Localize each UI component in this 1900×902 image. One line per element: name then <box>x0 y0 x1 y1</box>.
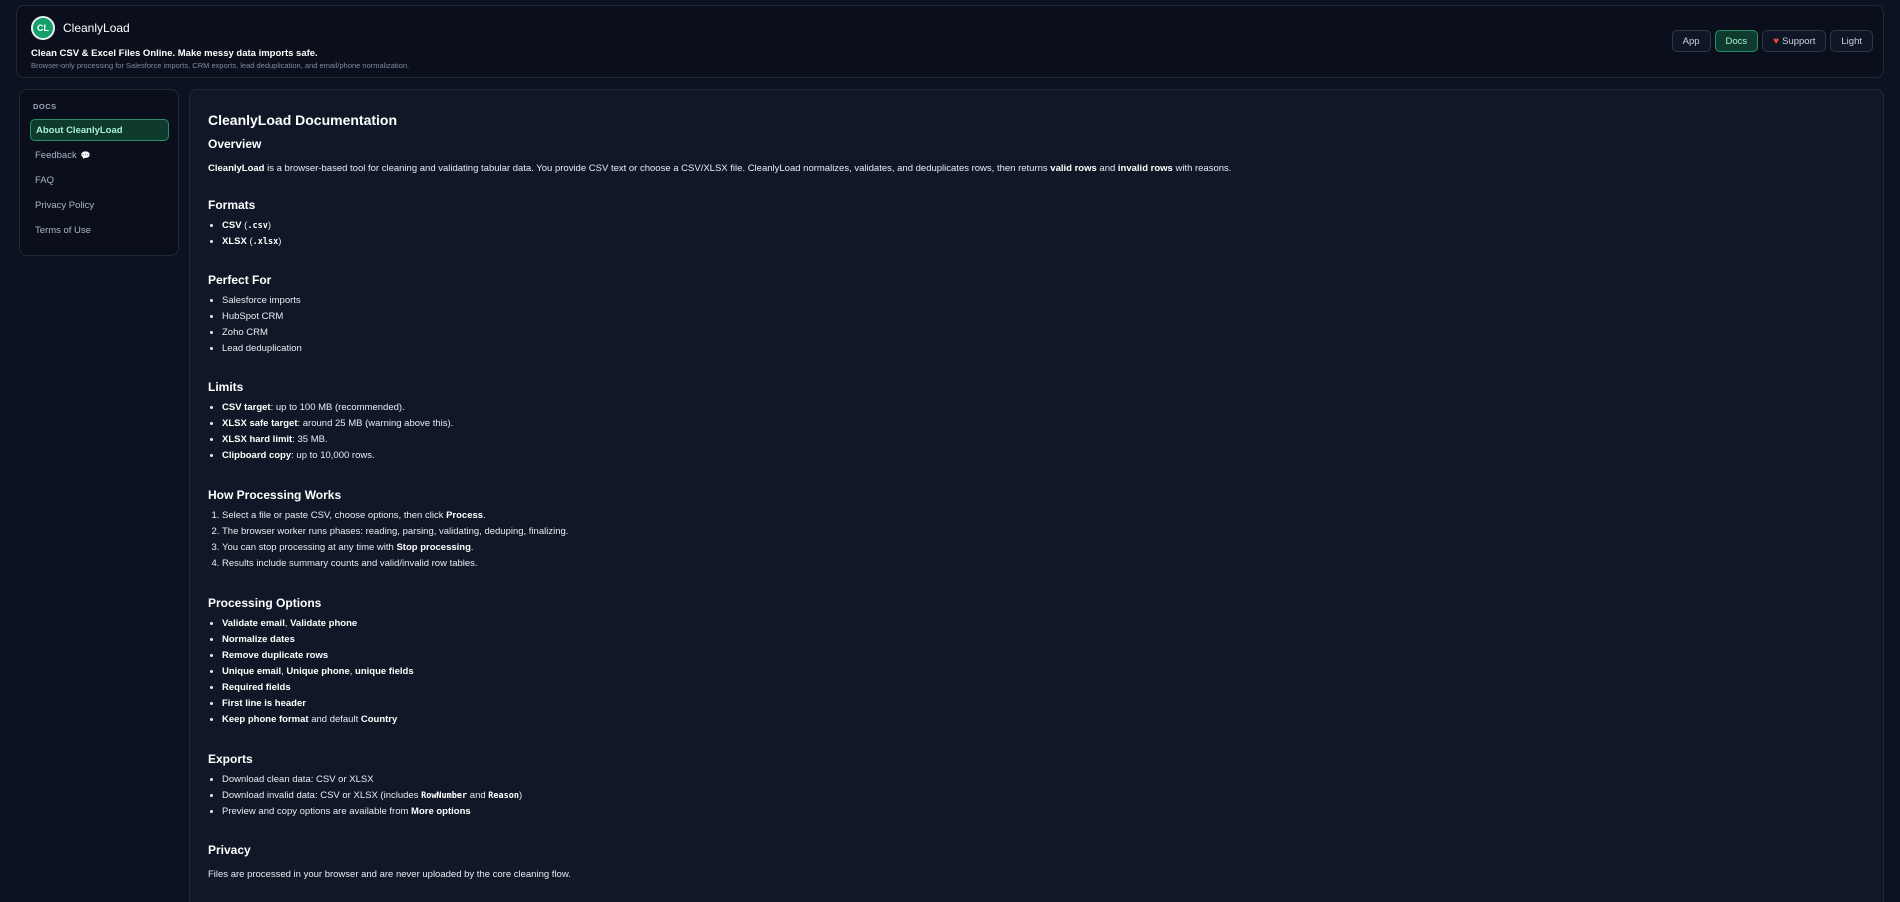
list-item: First line is header <box>222 696 414 712</box>
list-item: Results include summary counts and valid… <box>222 556 568 572</box>
theme-toggle-button[interactable]: Light <box>1830 30 1873 52</box>
list-item: Required fields <box>222 680 414 696</box>
section-heading: Perfect For <box>208 273 272 287</box>
list-item: CSV (.csv) <box>222 218 281 234</box>
list-item: XLSX safe target: around 25 MB (warning … <box>222 416 453 432</box>
heart-icon: ♥ <box>1773 35 1780 47</box>
list-item: XLSX hard limit: 35 MB. <box>222 432 453 448</box>
list-item: Preview and copy options are available f… <box>222 804 522 820</box>
app-header: CL CleanlyLoad Clean CSV & Excel Files O… <box>16 5 1884 78</box>
privacy-text: Files are processed in your browser and … <box>208 869 571 880</box>
overview-text: CleanlyLoad is a browser-based tool for … <box>208 163 1232 174</box>
list-item: Download invalid data: CSV or XLSX (incl… <box>222 788 522 804</box>
section-heading: How Processing Works <box>208 488 342 502</box>
section-heading: Limits <box>208 380 244 394</box>
logo-icon: CL <box>31 16 55 40</box>
list-item: Unique email, Unique phone, unique field… <box>222 664 414 680</box>
list-item: HubSpot CRM <box>222 309 302 325</box>
sidebar-item-feedback[interactable]: Feedback 💬 <box>30 144 169 166</box>
section-formats: Formats CSV (.csv) XLSX (.xlsx) <box>208 197 281 250</box>
section-processing: How Processing Works Select a file or pa… <box>208 487 568 572</box>
list-item: Validate email, Validate phone <box>222 616 414 632</box>
subtagline: Browser-only processing for Salesforce i… <box>31 61 410 70</box>
brand-name: CleanlyLoad <box>63 21 130 35</box>
list-item: Lead deduplication <box>222 341 302 357</box>
list-item: Zoho CRM <box>222 325 302 341</box>
section-privacy: Privacy Files are processed in your brow… <box>208 842 571 883</box>
docs-button[interactable]: Docs <box>1714 30 1759 52</box>
doc-panel: CleanlyLoad Documentation Overview Clean… <box>189 89 1884 902</box>
sidebar-item-terms[interactable]: Terms of Use <box>30 219 169 241</box>
list-item: CSV target: up to 100 MB (recommended). <box>222 400 453 416</box>
section-limits: Limits CSV target: up to 100 MB (recomme… <box>208 379 453 464</box>
support-button[interactable]: ♥ Support <box>1762 30 1827 52</box>
sidebar-item-privacy[interactable]: Privacy Policy <box>30 194 169 216</box>
section-overview: Overview CleanlyLoad is a browser-based … <box>208 136 1231 177</box>
list-item: Clipboard copy: up to 10,000 rows. <box>222 448 453 464</box>
list-item: Salesforce imports <box>222 293 302 309</box>
sidebar-title: DOCS <box>33 102 57 111</box>
sidebar-item-label: Feedback <box>35 149 77 161</box>
section-heading: Privacy <box>208 843 251 857</box>
list-item: You can stop processing at any time with… <box>222 540 568 556</box>
section-heading: Formats <box>208 198 256 212</box>
section-heading: Processing Options <box>208 596 322 610</box>
page-title: CleanlyLoad Documentation <box>208 112 398 128</box>
tagline: Clean CSV & Excel Files Online. Make mes… <box>31 48 318 59</box>
list-item: Download clean data: CSV or XLSX <box>222 772 522 788</box>
support-label: Support <box>1782 35 1816 47</box>
app-button[interactable]: App <box>1671 30 1711 52</box>
section-exports: Exports Download clean data: CSV or XLSX… <box>208 751 522 820</box>
list-item: Remove duplicate rows <box>222 648 414 664</box>
list-item: Normalize dates <box>222 632 414 648</box>
docs-sidebar: DOCS About CleanlyLoad Feedback 💬 FAQ Pr… <box>19 89 179 256</box>
section-heading: Overview <box>208 137 262 151</box>
list-item: The browser worker runs phases: reading,… <box>222 524 568 540</box>
top-nav: App Docs ♥ Support Light <box>1671 30 1873 52</box>
list-item: Select a file or paste CSV, choose optio… <box>222 508 568 524</box>
brand-link[interactable]: CL CleanlyLoad <box>31 16 130 40</box>
section-options: Processing Options Validate email, Valid… <box>208 595 414 728</box>
section-heading: Exports <box>208 752 253 766</box>
sidebar-item-about[interactable]: About CleanlyLoad <box>30 119 169 141</box>
section-perfect-for: Perfect For Salesforce imports HubSpot C… <box>208 272 302 357</box>
list-item: Keep phone format and default Country <box>222 712 414 728</box>
list-item: XLSX (.xlsx) <box>222 234 281 250</box>
speech-bubble-icon: 💬 <box>80 150 91 160</box>
sidebar-item-faq[interactable]: FAQ <box>30 169 169 191</box>
